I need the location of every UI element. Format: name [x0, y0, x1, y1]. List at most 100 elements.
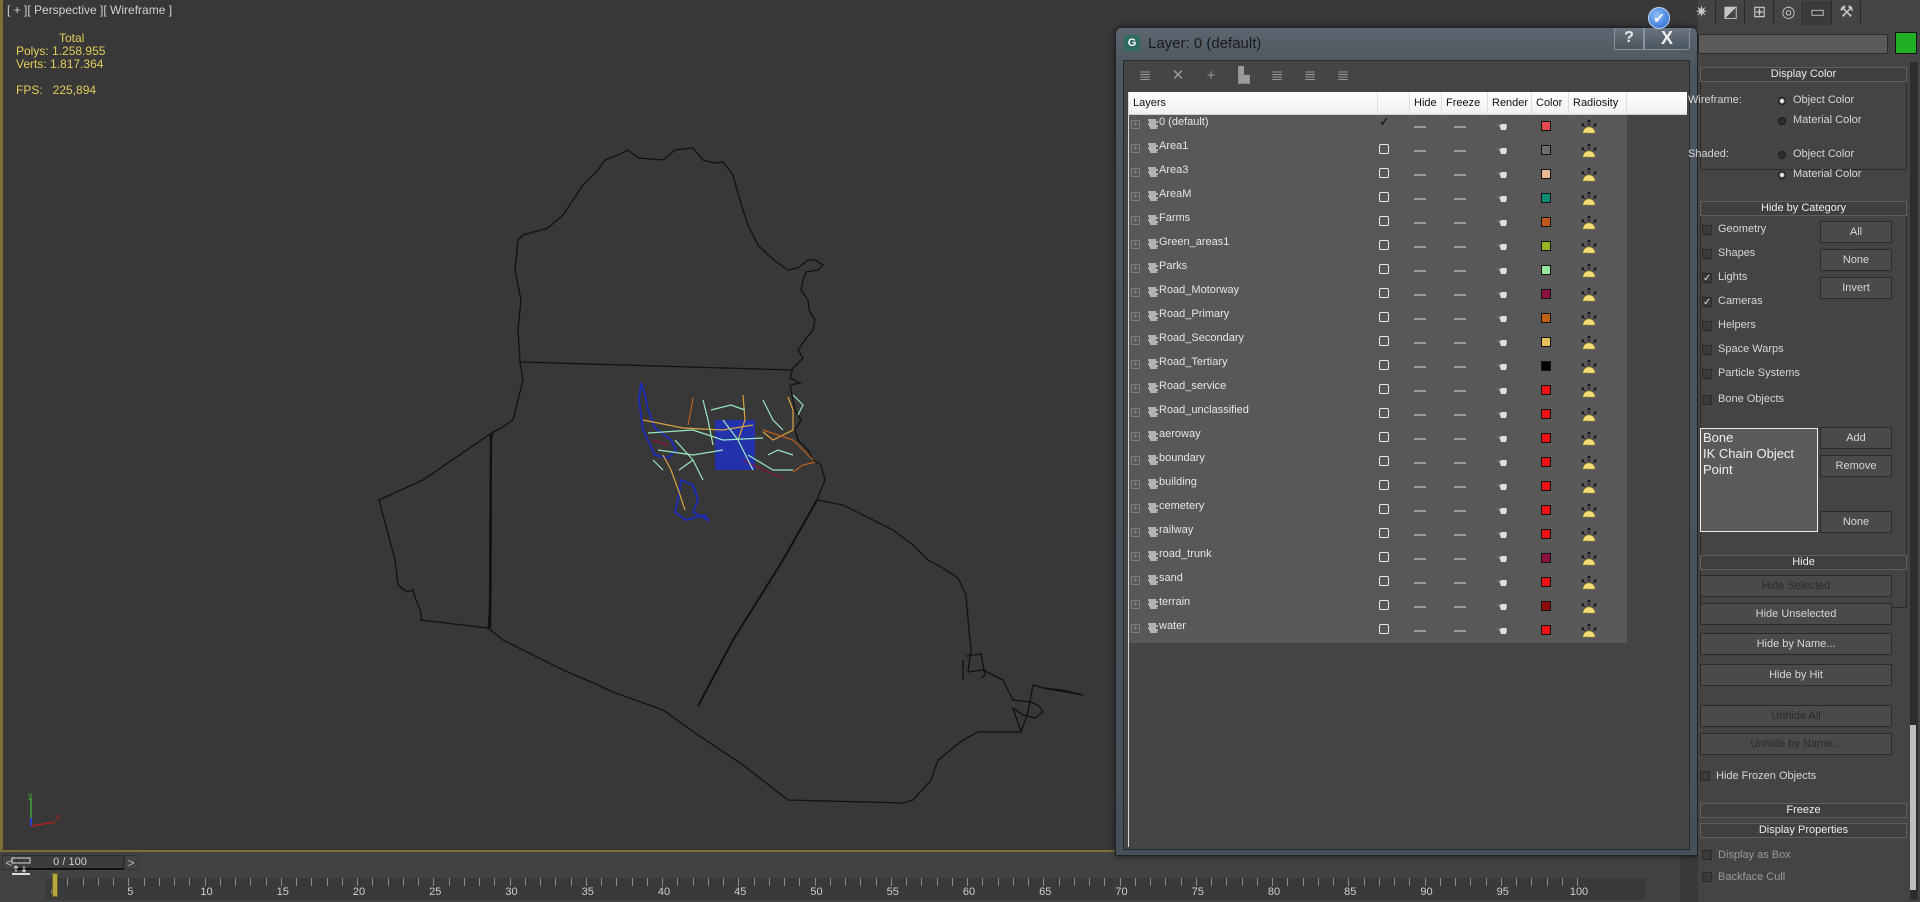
expand-layer-button[interactable]: +: [1131, 336, 1140, 345]
delete-layer-icon[interactable]: ✕: [1168, 67, 1188, 85]
render-teapot-icon[interactable]: [1497, 290, 1508, 299]
select-objects-icon[interactable]: ▙: [1234, 67, 1254, 85]
hide-toggle[interactable]: [1414, 342, 1426, 344]
render-teapot-icon[interactable]: [1497, 266, 1508, 275]
current-layer-checkmark-icon[interactable]: ✓: [1379, 115, 1390, 128]
layer-name[interactable]: building: [1159, 476, 1197, 488]
category-checkbox-space-warps[interactable]: [1702, 345, 1712, 355]
hide-toggle[interactable]: [1414, 198, 1426, 200]
expand-layer-button[interactable]: +: [1131, 432, 1140, 441]
expand-layer-button[interactable]: +: [1131, 312, 1140, 321]
radiosity-sun-icon[interactable]: [1581, 238, 1597, 254]
layer-row[interactable]: + Area1: [1129, 139, 1627, 163]
layer-color-swatch[interactable]: [1541, 217, 1551, 227]
hide-toggle[interactable]: [1414, 630, 1426, 632]
freeze-toggle[interactable]: [1454, 558, 1466, 560]
freeze-toggle[interactable]: [1454, 390, 1466, 392]
layer-name[interactable]: boundary: [1159, 452, 1205, 464]
expand-layer-button[interactable]: +: [1131, 240, 1140, 249]
expand-layer-button[interactable]: +: [1131, 552, 1140, 561]
hide-by-name-button[interactable]: Hide by Name...: [1700, 633, 1892, 655]
freeze-toggle[interactable]: [1454, 222, 1466, 224]
radiosity-sun-icon[interactable]: [1581, 406, 1597, 422]
render-teapot-icon[interactable]: [1497, 482, 1508, 491]
freeze-toggle[interactable]: [1454, 414, 1466, 416]
layer-row[interactable]: + Parks: [1129, 259, 1627, 283]
layer-row[interactable]: + terrain: [1129, 595, 1627, 619]
layer-name[interactable]: AreaM: [1159, 188, 1191, 200]
layer-row[interactable]: + cemetery: [1129, 499, 1627, 523]
freeze-toggle[interactable]: [1454, 486, 1466, 488]
expand-layer-button[interactable]: +: [1131, 264, 1140, 273]
expand-layer-button[interactable]: +: [1131, 576, 1140, 585]
radiosity-sun-icon[interactable]: [1581, 310, 1597, 326]
layer-color-swatch[interactable]: [1541, 241, 1551, 251]
set-current-layer-checkbox[interactable]: [1379, 336, 1389, 346]
expand-layer-button[interactable]: +: [1131, 288, 1140, 297]
radiosity-sun-icon[interactable]: [1581, 454, 1597, 470]
tab-utilities[interactable]: ⚒: [1833, 1, 1861, 25]
freeze-toggle[interactable]: [1454, 246, 1466, 248]
set-current-layer-checkbox[interactable]: [1379, 216, 1389, 226]
infocenter-check-icon[interactable]: ✔: [1648, 7, 1670, 29]
radiosity-sun-icon[interactable]: [1581, 574, 1597, 590]
layer-row[interactable]: + water: [1129, 619, 1627, 643]
expand-layer-button[interactable]: +: [1131, 168, 1140, 177]
radiosity-sun-icon[interactable]: [1581, 502, 1597, 518]
set-current-layer-checkbox[interactable]: [1379, 432, 1389, 442]
layer-color-swatch[interactable]: [1541, 313, 1551, 323]
freeze-toggle[interactable]: [1454, 438, 1466, 440]
frame-ruler[interactable]: 0510152025303540455055606570758085909510…: [46, 878, 1646, 900]
radiosity-sun-icon[interactable]: [1581, 118, 1597, 134]
freeze-toggle[interactable]: [1454, 270, 1466, 272]
set-current-layer-checkbox[interactable]: [1379, 576, 1389, 586]
expand-layer-button[interactable]: +: [1131, 192, 1140, 201]
hide-toggle[interactable]: [1414, 534, 1426, 536]
time-cursor-handle[interactable]: [52, 873, 58, 897]
tab-display[interactable]: ▭: [1804, 1, 1832, 25]
category-checkbox-shapes[interactable]: [1702, 249, 1712, 259]
render-teapot-icon[interactable]: [1497, 458, 1508, 467]
render-teapot-icon[interactable]: [1497, 386, 1508, 395]
hide-toggle[interactable]: [1414, 246, 1426, 248]
hide-toggle[interactable]: [1414, 462, 1426, 464]
wireframe-material-color-radio[interactable]: [1778, 117, 1786, 125]
layer-name[interactable]: Road_Primary: [1159, 308, 1229, 320]
layer-name[interactable]: water: [1159, 620, 1186, 632]
layer-color-swatch[interactable]: [1541, 121, 1551, 131]
column-freeze[interactable]: Freeze: [1442, 92, 1488, 115]
radiosity-sun-icon[interactable]: [1581, 214, 1597, 230]
radiosity-sun-icon[interactable]: [1581, 142, 1597, 158]
hide-toggle[interactable]: [1414, 318, 1426, 320]
freeze-rollout[interactable]: Freeze: [1700, 803, 1907, 818]
category-list-item[interactable]: IK Chain Object: [1703, 446, 1815, 462]
column-layers[interactable]: Layers: [1129, 92, 1378, 115]
freeze-toggle[interactable]: [1454, 534, 1466, 536]
category-checkbox-helpers[interactable]: [1702, 321, 1712, 331]
freeze-toggle[interactable]: [1454, 366, 1466, 368]
expand-layer-button[interactable]: +: [1131, 624, 1140, 633]
expand-layer-button[interactable]: +: [1131, 456, 1140, 465]
hide-toggle[interactable]: [1414, 366, 1426, 368]
layer-row[interactable]: + aeroway: [1129, 427, 1627, 451]
radiosity-sun-icon[interactable]: [1581, 478, 1597, 494]
layer-name[interactable]: Road_Secondary: [1159, 332, 1244, 344]
layer-row[interactable]: + AreaM: [1129, 187, 1627, 211]
radiosity-sun-icon[interactable]: [1581, 550, 1597, 566]
object-color-swatch[interactable]: [1895, 32, 1917, 54]
hide-toggle[interactable]: [1414, 606, 1426, 608]
layer-row[interactable]: + Road_Motorway: [1129, 283, 1627, 307]
layer-row[interactable]: + Road_Secondary: [1129, 331, 1627, 355]
set-current-layer-checkbox[interactable]: [1379, 552, 1389, 562]
expand-layer-button[interactable]: +: [1131, 120, 1140, 129]
expand-layer-button[interactable]: +: [1131, 408, 1140, 417]
hide-toggle[interactable]: [1414, 486, 1426, 488]
layer-row[interactable]: + Green_areas1: [1129, 235, 1627, 259]
hide-toggle[interactable]: [1414, 150, 1426, 152]
freeze-toggle[interactable]: [1454, 342, 1466, 344]
radiosity-sun-icon[interactable]: [1581, 526, 1597, 542]
layer-row[interactable]: + Road_service: [1129, 379, 1627, 403]
layer-color-swatch[interactable]: [1541, 385, 1551, 395]
set-current-layer-checkbox[interactable]: [1379, 504, 1389, 514]
expand-layer-button[interactable]: +: [1131, 216, 1140, 225]
